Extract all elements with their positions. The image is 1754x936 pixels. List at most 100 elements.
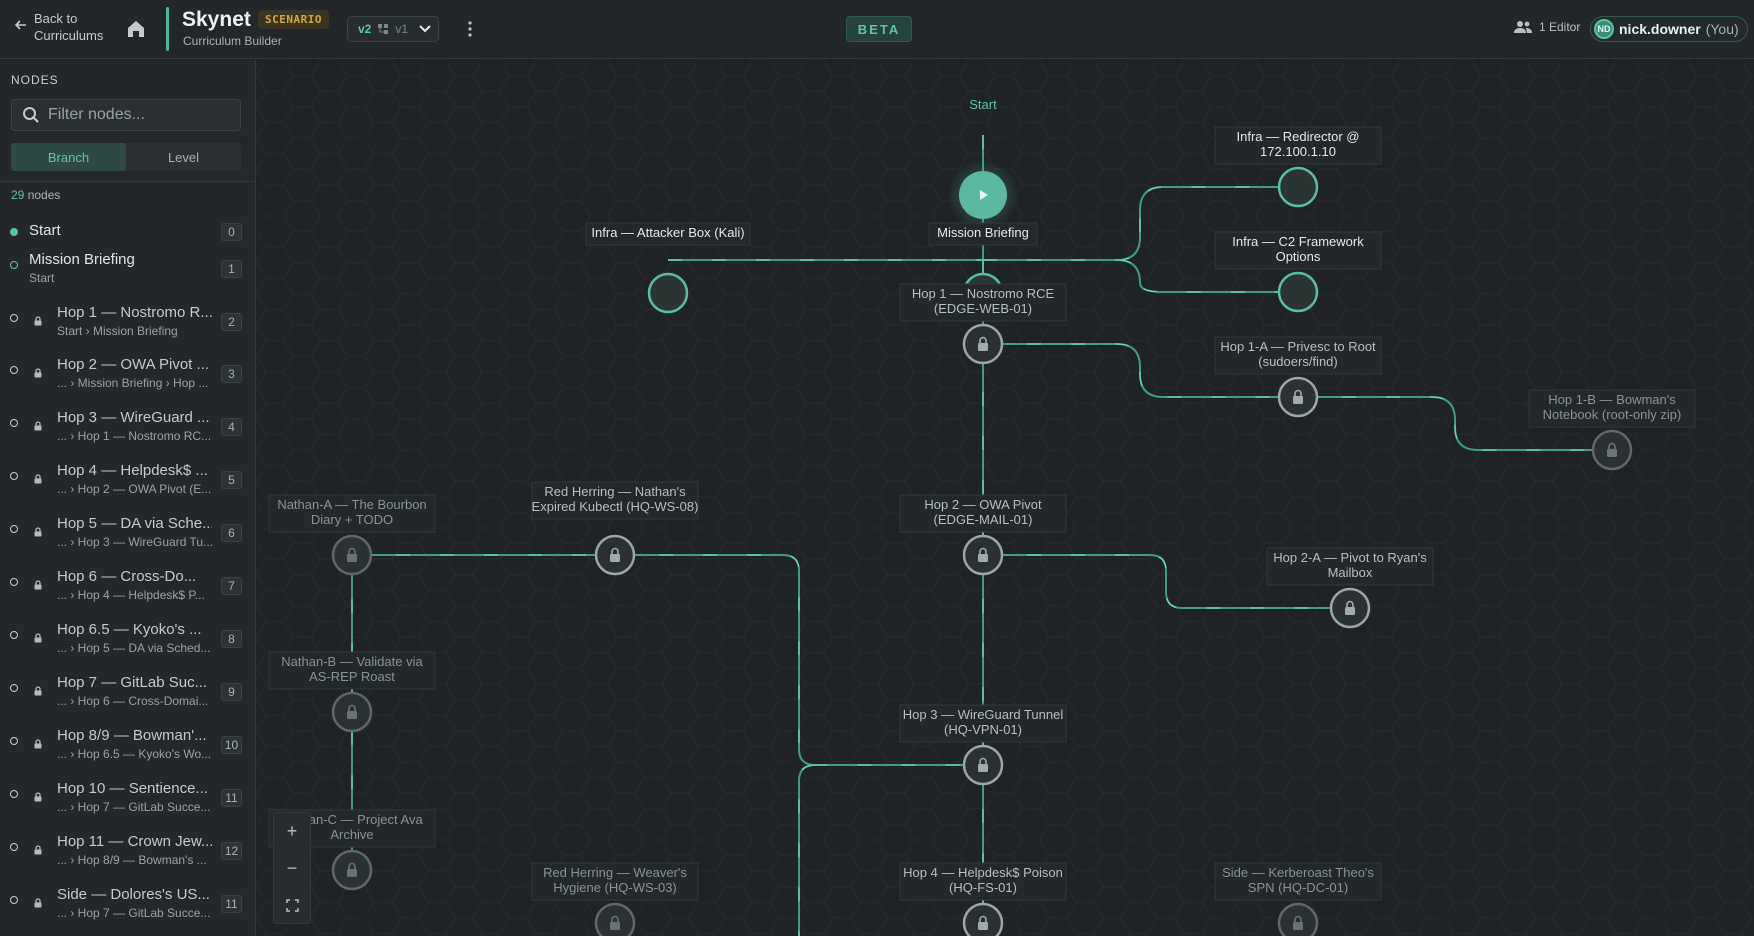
node-label: Red Herring — Weaver's Hygiene (HQ-WS-03) — [543, 865, 687, 895]
node-path: Start — [29, 271, 55, 285]
status-dot — [10, 578, 18, 586]
status-dot — [10, 684, 18, 692]
lock-icon — [33, 789, 43, 802]
user-you-label: (You) — [1705, 21, 1739, 37]
lock-icon — [33, 577, 43, 590]
status-dot — [10, 737, 18, 745]
node-name: Hop 7 — GitLab Suc... — [57, 674, 208, 691]
node-index-badge: 0 — [221, 223, 242, 241]
view-mode-toggle: Branch Level — [11, 143, 241, 171]
zoom-controls: + − — [273, 812, 311, 924]
arrow-left-icon — [14, 20, 26, 30]
node-label: Hop 1-B — Bowman's Notebook (root-only zi… — [1543, 392, 1682, 422]
lock-icon — [33, 365, 43, 378]
lock-icon — [33, 736, 43, 749]
top-bar: Back to Curriculums Skynet SCENARIO Curr… — [0, 0, 1754, 59]
node-path: ... › Hop 8/9 — Bowman's ... — [57, 853, 207, 867]
search-icon — [23, 107, 39, 123]
fit-view-icon — [285, 899, 299, 912]
node-index-badge: 11 — [221, 895, 242, 913]
tab-level[interactable]: Level — [126, 143, 241, 171]
curriculum-graph[interactable]: Start Mission Briefing Infra — Attacker Bo… — [257, 60, 1754, 936]
node-name: Hop 11 — Crown Jew... — [57, 833, 212, 850]
node-path: ... › Hop 3 — WireGuard Tu... — [57, 535, 213, 549]
version-other: v1 — [395, 22, 409, 36]
node-name: Start — [29, 222, 61, 239]
beta-badge: BETA — [846, 16, 912, 42]
node-circle[interactable] — [1277, 271, 1319, 313]
node-circle[interactable] — [1277, 902, 1319, 936]
node-name: Hop 5 — DA via Sche... — [57, 515, 212, 532]
node-index-badge: 11 — [221, 789, 242, 807]
fit-view-button[interactable] — [274, 887, 310, 924]
version-selector[interactable]: v2 v1 — [347, 16, 439, 42]
node-index-badge: 10 — [221, 736, 242, 754]
status-dot — [10, 314, 18, 322]
status-dot — [10, 228, 18, 236]
home-icon[interactable] — [124, 17, 148, 41]
status-dot — [10, 261, 18, 269]
lock-icon — [33, 683, 43, 696]
node-label: Start — [969, 97, 997, 112]
node-name: Hop 4 — Helpdesk$ ... — [57, 462, 208, 479]
node-label: Hop 2 — OWA Pivot (EDGE-MAIL-01) — [924, 497, 1042, 527]
editors-label: 1 Editor — [1539, 20, 1581, 34]
node-index-badge: 5 — [221, 471, 242, 489]
node-index-badge: 6 — [221, 524, 242, 542]
zoom-in-button[interactable]: + — [274, 813, 310, 850]
node-circle[interactable] — [962, 902, 1004, 936]
status-dot — [10, 896, 18, 904]
filter-box[interactable] — [11, 99, 241, 131]
node-path: ... › Mission Briefing › Hop ... — [57, 376, 209, 390]
divider — [0, 181, 255, 182]
node-name: Mission Briefing — [29, 251, 135, 268]
node-index-badge: 8 — [221, 630, 242, 648]
node-path: Start › Mission Briefing — [57, 324, 178, 338]
node-label: Red Herring — Nathan's Expired Kubectl (H… — [532, 484, 699, 514]
node-path: ... › Hop 6 — Cross-Domai... — [57, 694, 209, 708]
node-label: Infra — Attacker Box (Kali) — [591, 225, 744, 240]
sidebar-heading: NODES — [11, 73, 59, 87]
filter-nodes-input[interactable] — [48, 106, 228, 124]
users-icon — [1514, 21, 1532, 33]
node-label: Mission Briefing — [937, 225, 1029, 240]
node-index-badge: 7 — [221, 577, 242, 595]
node-index-badge: 12 — [221, 842, 242, 860]
status-dot — [10, 525, 18, 533]
node-circle[interactable] — [647, 272, 689, 314]
node-index-badge: 1 — [221, 260, 242, 278]
node-circle[interactable] — [594, 902, 636, 936]
back-label: Back to Curriculums — [34, 11, 104, 43]
nodes-sidebar: NODES Branch Level 29 nodes Start0Missio… — [0, 60, 256, 936]
version-current: v2 — [358, 22, 372, 36]
status-dot — [10, 843, 18, 851]
node-index-badge: 3 — [221, 365, 242, 383]
lock-icon — [33, 471, 43, 484]
node-circle[interactable] — [1277, 166, 1319, 208]
more-options-icon[interactable] — [462, 18, 478, 40]
user-name: nick.downer — [1619, 21, 1701, 37]
page-title: Skynet — [182, 8, 251, 31]
status-dot — [10, 790, 18, 798]
current-user-pill[interactable]: ND nick.downer (You) — [1590, 16, 1748, 42]
graph-canvas[interactable]: Start Mission Briefing Infra — Attacker Bo… — [257, 60, 1754, 936]
status-dot — [10, 472, 18, 480]
lock-icon — [33, 313, 43, 326]
node-path: ... › Hop 4 — Helpdesk$ P... — [57, 588, 205, 602]
title-accent-bar — [166, 7, 169, 51]
node-name: Hop 6 — Cross-Do... — [57, 568, 197, 585]
back-to-curriculums-link[interactable]: Back to Curriculums — [14, 10, 114, 44]
node-name: Hop 3 — WireGuard ... — [57, 409, 210, 426]
page-subtitle: Curriculum Builder — [183, 34, 282, 48]
node-name: Hop 6.5 — Kyoko's ... — [57, 621, 202, 638]
lock-icon — [33, 842, 43, 855]
scenario-badge: SCENARIO — [258, 10, 329, 29]
lock-icon — [33, 418, 43, 431]
editors-indicator[interactable]: 1 Editor — [1514, 20, 1580, 34]
node-path: ... › Hop 7 — GitLab Succe... — [57, 906, 211, 920]
tab-branch[interactable]: Branch — [11, 143, 126, 171]
lock-icon — [33, 524, 43, 537]
node-path: ... › Hop 2 — OWA Pivot (E... — [57, 482, 212, 496]
node-path: ... › Hop 6.5 — Kyoko's Wo... — [57, 747, 212, 761]
zoom-out-button[interactable]: − — [274, 850, 310, 887]
